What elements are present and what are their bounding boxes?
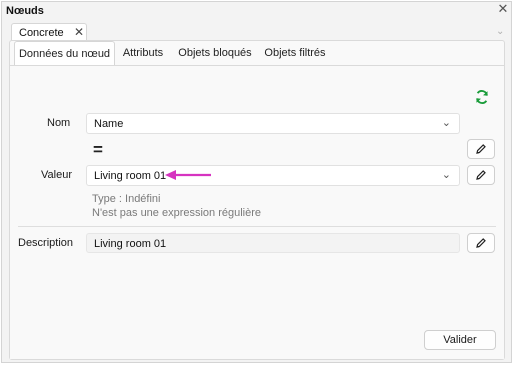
refresh-icon[interactable] [474, 89, 490, 105]
description-field[interactable]: Living room 01 [86, 233, 460, 253]
edit-name-button[interactable] [467, 139, 495, 159]
tab-node-data[interactable]: Données du nœud [14, 41, 115, 65]
tab-bar: Données du nœud Attributs Objets bloqués… [10, 41, 504, 65]
window-title: Nœuds [6, 5, 44, 17]
regex-hint: N'est pas une expression régulière [92, 207, 262, 219]
pencil-icon [476, 144, 486, 154]
document-tab[interactable]: Concrete ✕ [11, 23, 87, 41]
tab-attributes[interactable]: Attributs [117, 41, 169, 65]
pencil-icon [476, 238, 486, 248]
close-icon[interactable]: ✕ [73, 25, 85, 39]
annotation-arrow-icon [164, 169, 214, 181]
divider [18, 226, 496, 227]
name-select-value: Name [94, 118, 124, 130]
pencil-icon [476, 170, 486, 180]
equals-sign: = [93, 140, 103, 159]
name-label: Nom [47, 117, 71, 129]
edit-description-button[interactable] [467, 233, 495, 253]
edit-value-button[interactable] [467, 165, 495, 185]
name-select[interactable]: Name ⌄ [86, 113, 460, 134]
description-value: Living room 01 [94, 238, 167, 250]
tab-filtered-objects[interactable]: Objets filtrés [260, 41, 330, 65]
chevron-down-icon[interactable]: ⌄ [496, 26, 504, 37]
value-select-value: Living room 01 [94, 170, 167, 182]
validate-button-label: Valider [443, 334, 477, 346]
chevron-down-icon: ⌄ [441, 169, 451, 181]
value-label: Valeur [41, 169, 72, 181]
description-label: Description [18, 237, 74, 249]
document-tab-label: Concrete [19, 27, 64, 39]
type-hint: Type : Indéfini [92, 193, 161, 205]
close-icon[interactable]: ✕ [496, 2, 510, 16]
validate-button[interactable]: Valider [424, 330, 496, 350]
tab-locked-objects[interactable]: Objets bloqués [176, 41, 254, 65]
value-select[interactable]: Living room 01 ⌄ [86, 165, 460, 186]
chevron-down-icon: ⌄ [441, 117, 451, 129]
